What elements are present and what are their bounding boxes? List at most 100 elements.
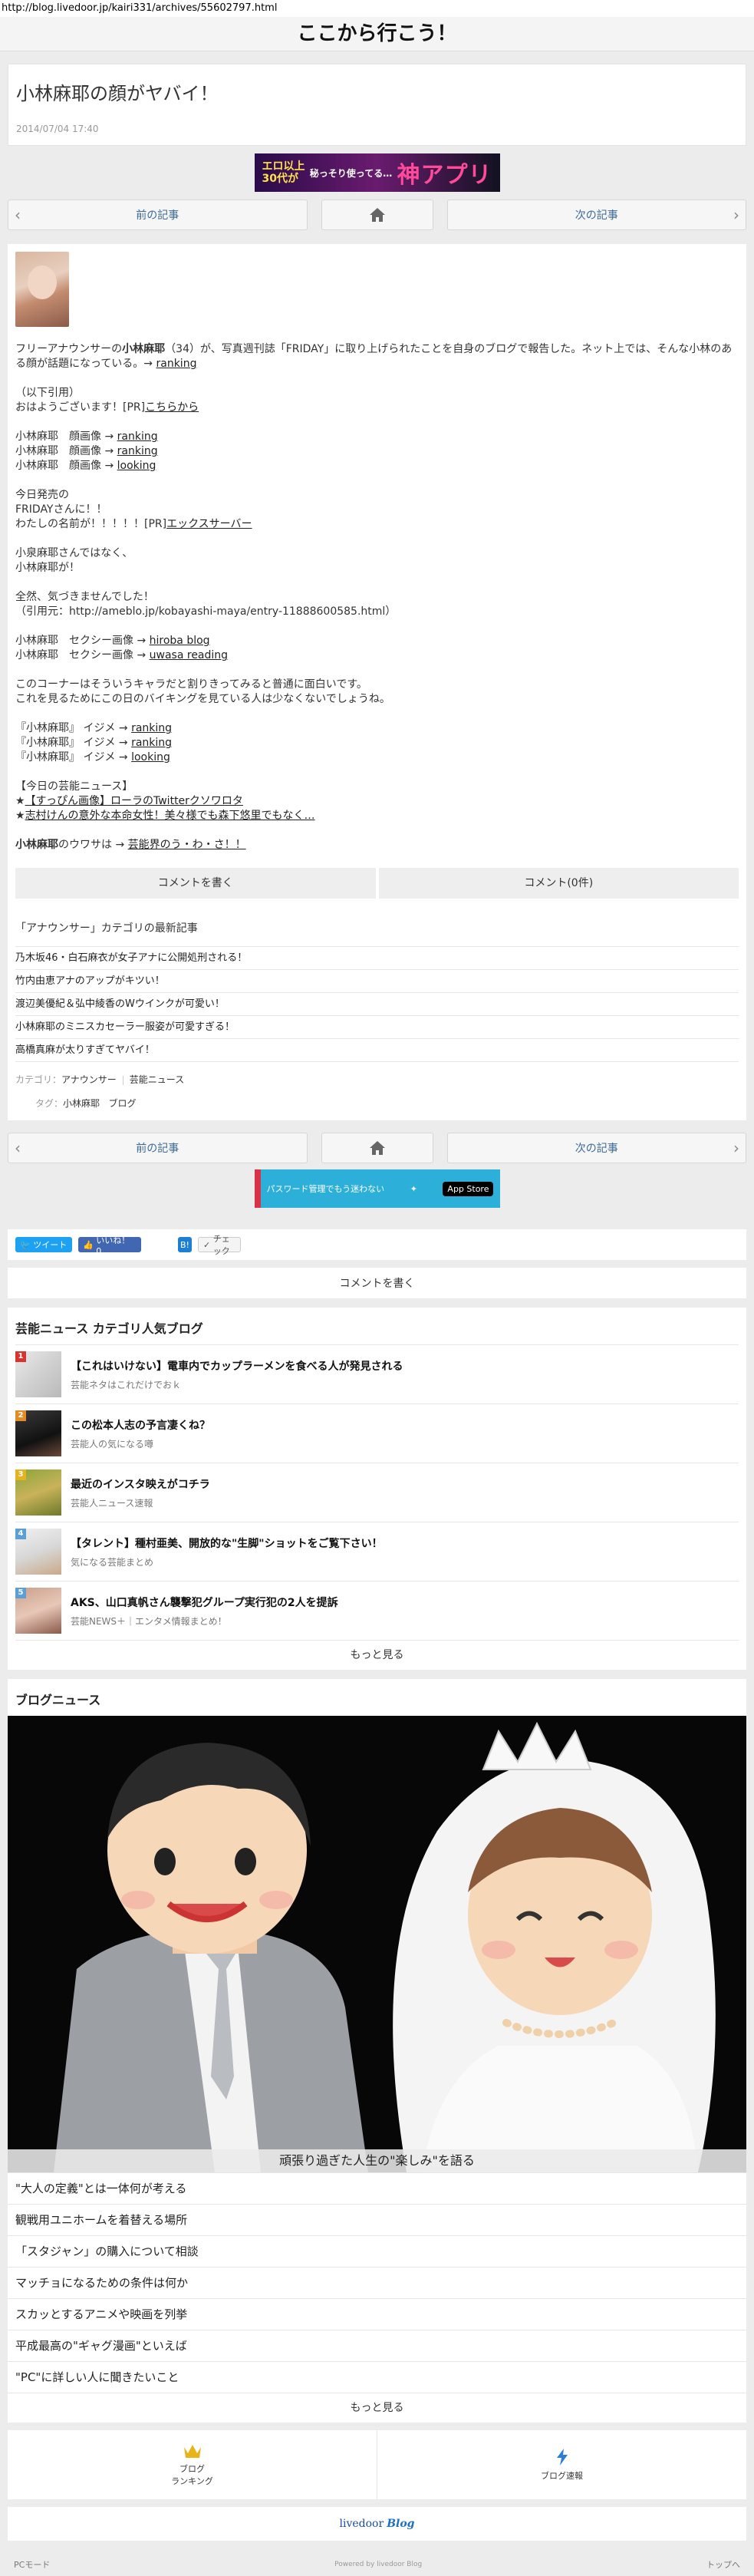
bottom-bar: PCモード Powered by livedoor Blog トップへ (0, 2553, 754, 2576)
hatena-bookmark-button[interactable]: B! (178, 1237, 192, 1252)
pc-mode-link[interactable]: PCモード (14, 2558, 50, 2571)
kobayashi-line2: 小林麻耶が！ (15, 562, 80, 574)
line2-link[interactable]: hiroba blog (150, 635, 210, 647)
latest-articles: 「アナウンサー」カテゴリの最新記事 乃木坂46・白石麻衣が女子アナに公開処刑され… (8, 906, 746, 1120)
news-item[interactable]: スカッとするアニメや映画を列挙 (8, 2298, 746, 2330)
prev-article-button[interactable]: ‹ 前の記事 (8, 1133, 308, 1163)
ranking-thumbnail: 3 (15, 1469, 61, 1516)
blog-ranking-label: ブログ (179, 2464, 205, 2474)
line2-label: 小林麻耶 セクシー画像 → (15, 649, 150, 661)
list-item[interactable]: 竹内由恵アナのアップがキツい！ (15, 969, 739, 992)
thumbs-up-icon: 👍 (83, 1239, 97, 1250)
more-button[interactable]: もっと見る (8, 2393, 746, 2423)
rumor-link[interactable]: 芸能界のう・わ・さ！！ (128, 839, 246, 851)
category-link[interactable]: 芸能ニュース (130, 1074, 184, 1085)
news-item[interactable]: 「スタジャン」の購入について相談 (8, 2235, 746, 2267)
next-article-button[interactable]: 次の記事 › (446, 200, 746, 230)
like-label: いいね！ 0 (96, 1235, 130, 1256)
ranking-blog-name: 芸能NEWS＋｜エンタメ情報まとめ！ (71, 1615, 227, 1627)
list-item[interactable]: 渡辺美優紀＆弘中綾香のWウインクが可愛い！ (15, 992, 739, 1015)
friday-line2: FRIDAYさんに！！ (15, 503, 107, 516)
tweet-label: ツイート (33, 1240, 67, 1250)
blog-news-heading: ブログニュース (15, 1693, 101, 1707)
blog-news-link[interactable]: ブログ速報 (377, 2430, 746, 2499)
line1-link[interactable]: ranking (117, 430, 158, 443)
ranking-row[interactable]: 4 【タレント】種村亜美、開放的な"生脚"ショットをご覧下さい！ 気になる芸能ま… (15, 1522, 739, 1581)
today-link[interactable]: 【すっぴん画像】ローラのTwitterクソワロタ (25, 795, 243, 807)
app-store-badge[interactable]: App Store (443, 1181, 494, 1196)
prev-article-label: 前の記事 (136, 209, 179, 222)
list-item[interactable]: 高橋真麻が太りすぎてヤバイ！ (15, 1038, 739, 1061)
list-item[interactable]: 乃木坂46・白石麻衣が女子アナに公開処刑される！ (15, 946, 739, 969)
like-button[interactable]: 👍 いいね！ 0 (78, 1235, 141, 1256)
ranking-title: AKS、山口真帆さん襲撃犯グループ実行犯の2人を提訴 (71, 1596, 338, 1609)
check-label: チェック (212, 1234, 230, 1256)
tag-link[interactable]: 小林麻耶 (63, 1098, 100, 1109)
back-to-top-link[interactable]: トップへ (706, 2558, 740, 2571)
line3-link[interactable]: looking (131, 751, 170, 764)
ranking-row[interactable]: 2 この松本人志の予言凄くね？ 芸能人の気になる噂 (15, 1403, 739, 1463)
blog-news-label: ブログ速報 (541, 2471, 583, 2481)
home-icon (369, 208, 385, 222)
write-comment-bar[interactable]: コメントを書く (8, 1268, 746, 1298)
line1-link[interactable]: looking (117, 460, 156, 472)
ad-text-line1: エロ以上 (262, 160, 305, 173)
news-hero-image[interactable]: 頑張り過ぎた人生の"楽しみ"を語る (8, 1716, 746, 2172)
line1-label: 小林麻耶 顔画像 → (15, 430, 117, 443)
ad-text-middle: 秘っそり使ってる… (309, 167, 393, 179)
article-thumbnail[interactable] (15, 252, 69, 327)
line3-link[interactable]: ranking (131, 737, 172, 749)
livedoor-blog-logo[interactable]: livedoor Blog (8, 2507, 746, 2541)
xserver-link[interactable]: エックスサーバー (166, 518, 252, 530)
news-item[interactable]: "大人の定義"とは一体何が考える (8, 2172, 746, 2204)
greeting-link[interactable]: こちらから (145, 401, 199, 414)
news-item[interactable]: 平成最高の"ギャグ漫画"といえば (8, 2330, 746, 2361)
list-item[interactable]: 小林麻耶のミニスカセーラー服姿が可愛すぎる！ (15, 1015, 739, 1038)
rank-number: 4 (15, 1529, 26, 1539)
next-article-label: 次の記事 (575, 1143, 618, 1155)
home-button[interactable] (321, 200, 433, 230)
ranking-row[interactable]: 1 【これはいけない】電車内でカップラーメンを食べる人が発見される 芸能ネタはこ… (15, 1344, 739, 1403)
ad-banner[interactable]: エロ以上 30代が 秘っそり使ってる… 神アプリ (254, 153, 500, 192)
ranking-row[interactable]: 3 最近のインスタ映えがコチラ 芸能人ニュース速報 (15, 1463, 739, 1522)
blog-news: ブログニュース 頑張り過ぎた人生の"楽しみ"を語る "大人の定義"とは一体何が考… (8, 1679, 746, 2423)
article-date: 2014/07/04 17:40 (16, 124, 99, 134)
intro-link[interactable]: ranking (156, 358, 196, 370)
ranking-thumbnail: 1 (15, 1351, 61, 1397)
prev-article-button[interactable]: ‹ 前の記事 (8, 200, 308, 230)
tweet-button[interactable]: 🐦 ツイート (15, 1237, 72, 1252)
today-heading: 【今日の芸能ニュース】 (15, 780, 133, 793)
kobayashi-line1: 小泉麻耶さんではなく、 (15, 547, 133, 559)
hatena-icon: B! (180, 1239, 189, 1250)
quote-note: （以下引用） (15, 387, 80, 399)
category-link[interactable]: アナウンサー (61, 1074, 117, 1085)
tag-link[interactable]: ブログ (108, 1098, 136, 1109)
friday-line1: 今日発売の (15, 489, 69, 501)
line2-link[interactable]: uwasa reading (150, 649, 228, 661)
ranking-row[interactable]: 5 AKS、山口真帆さん襲撃犯グループ実行犯の2人を提訴 芸能NEWS＋｜エンタ… (15, 1581, 739, 1640)
line1-link[interactable]: ranking (117, 445, 158, 457)
home-button[interactable] (321, 1133, 433, 1163)
site-title[interactable]: ここから行こう！ (0, 17, 754, 51)
write-comment-button[interactable]: コメントを書く (15, 868, 376, 899)
logo-text-blog: Blog (387, 2518, 415, 2530)
news-item[interactable]: 観戦用ユニホームを着替える場所 (8, 2204, 746, 2235)
today-link[interactable]: 志村けんの意外な本命女性！美々様でも森下悠里でもなく… (25, 810, 315, 822)
ranking-title: 【タレント】種村亜美、開放的な"生脚"ショットをご覧下さい！ (71, 1537, 383, 1550)
more-button[interactable]: もっと見る (15, 1640, 739, 1670)
article-header: 小林麻耶の顔がヤバイ！ 2014/07/04 17:40 (8, 64, 746, 146)
next-article-button[interactable]: 次の記事 › (446, 1133, 746, 1163)
news-item[interactable]: "PC"に詳しい人に聞きたいこと (8, 2361, 746, 2393)
mixi-check-button[interactable]: ✓ チェック (198, 1234, 241, 1256)
ad-banner-password[interactable]: パスワード管理でもう迷わない ✦ App Store (254, 1169, 500, 1208)
popular-blogs: 芸能ニュース カテゴリ人気ブログ 1 【これはいけない】電車内でカップラーメンを… (8, 1308, 746, 1670)
line3-link[interactable]: ranking (131, 722, 172, 734)
comment-count-button[interactable]: コメント(0件) (378, 868, 739, 899)
rumor-name: 小林麻耶 (15, 839, 58, 851)
rank-number: 1 (15, 1351, 26, 1362)
blog-ranking-link[interactable]: ブログ ランキング (8, 2430, 377, 2499)
rank-number: 5 (15, 1588, 26, 1598)
news-item[interactable]: マッチョになるための条件は何か (8, 2267, 746, 2298)
news-hero-caption[interactable]: 頑張り過ぎた人生の"楽しみ"を語る (8, 2149, 746, 2172)
article-title: 小林麻耶の顔がヤバイ！ (16, 83, 219, 104)
